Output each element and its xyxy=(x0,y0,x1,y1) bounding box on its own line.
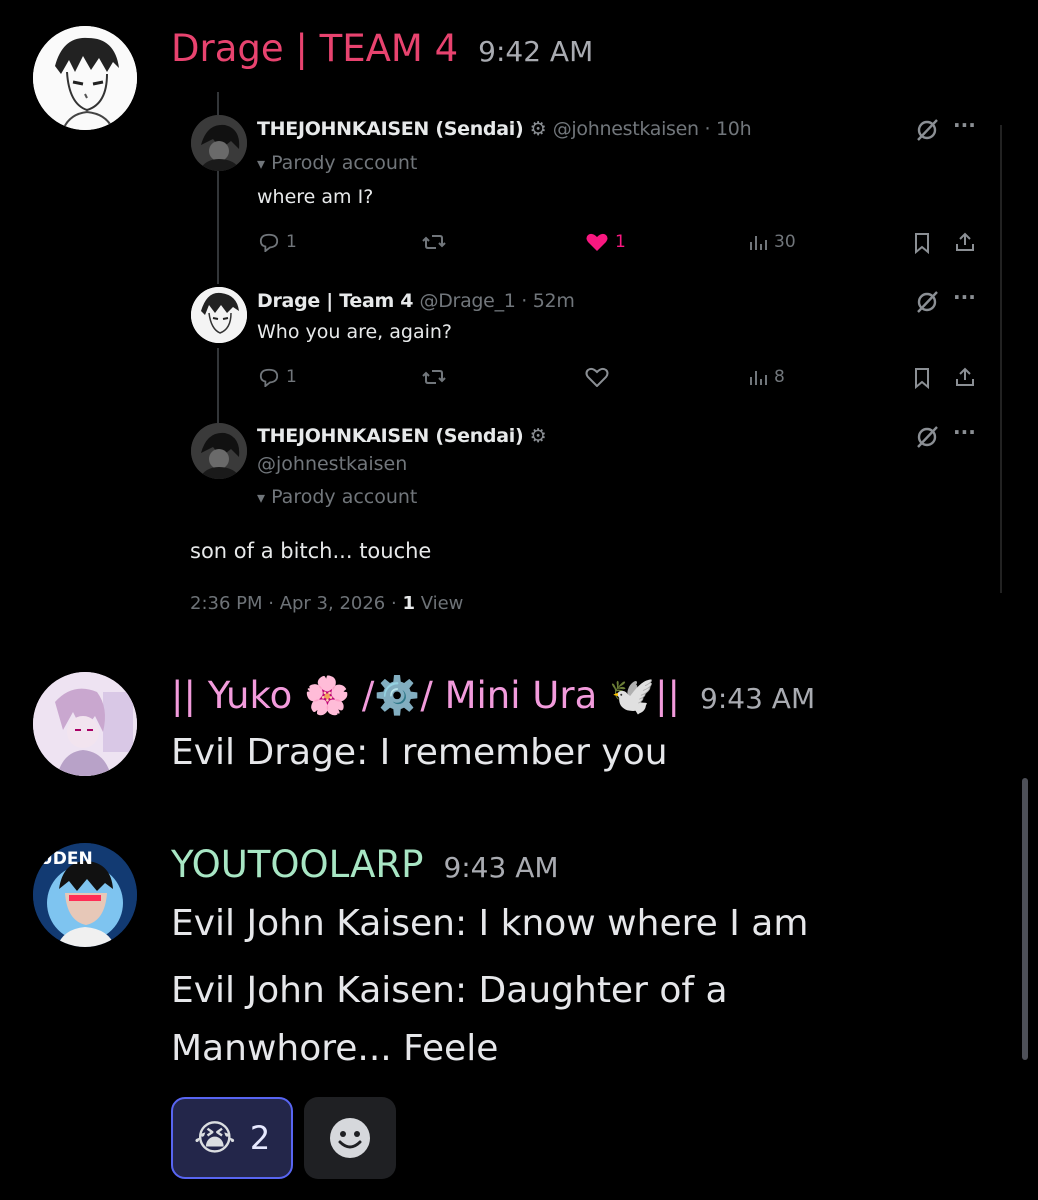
tweet-handle: @johnestkaisen xyxy=(257,453,408,475)
more-icon[interactable]: ··· xyxy=(953,285,976,309)
tweet-text: where am I? xyxy=(257,186,374,208)
tweet-author-name[interactable]: Drage | Team 4 xyxy=(257,290,414,312)
retweet-button[interactable] xyxy=(422,232,446,252)
views-button[interactable]: 30 xyxy=(748,232,796,252)
heart-icon xyxy=(585,367,609,387)
add-reaction-button[interactable] xyxy=(304,1097,396,1179)
avatar-yuko[interactable] xyxy=(33,672,137,776)
heart-icon xyxy=(586,233,608,251)
retweet-icon xyxy=(422,370,446,384)
views-icon xyxy=(750,236,767,250)
parody-label: ▾ Parody account xyxy=(257,152,418,174)
retweet-button[interactable] xyxy=(422,367,446,387)
bookmark-icon[interactable] xyxy=(912,232,932,258)
scrollbar-thumb[interactable] xyxy=(1022,778,1028,1060)
tweet-handle-time: @johnestkaisen · 10h xyxy=(552,118,752,140)
author-name[interactable]: || Yuko 🌸 /⚙️/ Mini Ura 🕊️|| xyxy=(171,674,680,717)
author-name[interactable]: YOUTOOLARP xyxy=(171,843,423,886)
gear-icon: ⚙ xyxy=(529,118,547,140)
crying-emoji-icon: 😭 xyxy=(193,1117,236,1159)
more-icon[interactable]: ··· xyxy=(953,113,976,137)
message-header: YOUTOOLARP 9:43 AM xyxy=(171,843,559,890)
add-reaction-icon xyxy=(330,1118,370,1158)
like-button[interactable]: 1 xyxy=(585,232,626,252)
views-button[interactable]: 8 xyxy=(748,367,785,387)
message-text: Manwhore... Feele xyxy=(171,1028,499,1069)
views-icon xyxy=(750,371,767,385)
share-icon[interactable] xyxy=(954,366,976,392)
retweet-icon xyxy=(422,235,446,249)
grok-icon[interactable] xyxy=(914,424,940,454)
reply-button[interactable]: 1 xyxy=(258,232,297,252)
timestamp: 9:43 AM xyxy=(700,682,816,715)
like-button[interactable] xyxy=(585,367,609,387)
more-icon[interactable]: ··· xyxy=(953,420,976,444)
parody-label: ▾ Parody account xyxy=(257,486,418,508)
avatar-drage[interactable] xyxy=(33,26,137,130)
thread-line xyxy=(217,348,219,423)
reply-icon xyxy=(259,233,279,252)
grok-icon[interactable] xyxy=(914,117,940,147)
reply-icon xyxy=(259,368,279,387)
tweet-header: THEJOHNKAISEN (Sendai) ⚙ xyxy=(257,425,547,447)
timestamp: 9:42 AM xyxy=(478,35,594,68)
tweet-avatar[interactable] xyxy=(191,287,247,343)
tweet-avatar[interactable] xyxy=(191,115,247,171)
message-text: Evil John Kaisen: I know where I am xyxy=(171,903,809,944)
tweet-header: THEJOHNKAISEN (Sendai) ⚙ @johnestkaisen … xyxy=(257,118,752,140)
reply-button[interactable]: 1 xyxy=(258,367,297,387)
avatar-youtoolarp[interactable]: UDEN xyxy=(33,843,137,947)
tweet-text: Who you are, again? xyxy=(257,321,453,343)
bookmark-icon[interactable] xyxy=(912,367,932,393)
tweet-avatar[interactable] xyxy=(191,423,247,479)
tweet-author-name[interactable]: THEJOHNKAISEN (Sendai) xyxy=(257,425,524,447)
share-icon[interactable] xyxy=(954,231,976,257)
embed-right-border xyxy=(1000,125,1002,593)
reaction-count: 2 xyxy=(249,1119,271,1157)
gear-icon: ⚙ xyxy=(529,425,547,447)
message-header: Drage | TEAM 4 9:42 AM xyxy=(171,27,593,74)
reaction-crying[interactable]: 😭 2 xyxy=(171,1097,293,1179)
mask-icon: ▾ xyxy=(257,154,266,173)
message-text: Evil Drage: I remember you xyxy=(171,732,668,773)
tweet-footer: 2:36 PM · Apr 3, 2026 · 1 View xyxy=(190,593,464,614)
author-name[interactable]: Drage | TEAM 4 xyxy=(171,27,458,70)
tweet-text: son of a bitch... touche xyxy=(190,539,432,563)
tweet-handle-time: @Drage_1 · 52m xyxy=(419,290,575,312)
tweet-header: Drage | Team 4 @Drage_1 · 52m xyxy=(257,290,575,312)
grok-icon[interactable] xyxy=(914,289,940,319)
message-text: Evil John Kaisen: Daughter of a xyxy=(171,970,728,1011)
mask-icon: ▾ xyxy=(257,488,266,507)
avatar-badge-text: UDEN xyxy=(39,849,93,869)
tweet-author-name[interactable]: THEJOHNKAISEN (Sendai) xyxy=(257,118,524,140)
timestamp: 9:43 AM xyxy=(443,851,559,884)
message-header: || Yuko 🌸 /⚙️/ Mini Ura 🕊️|| 9:43 AM xyxy=(171,674,815,721)
